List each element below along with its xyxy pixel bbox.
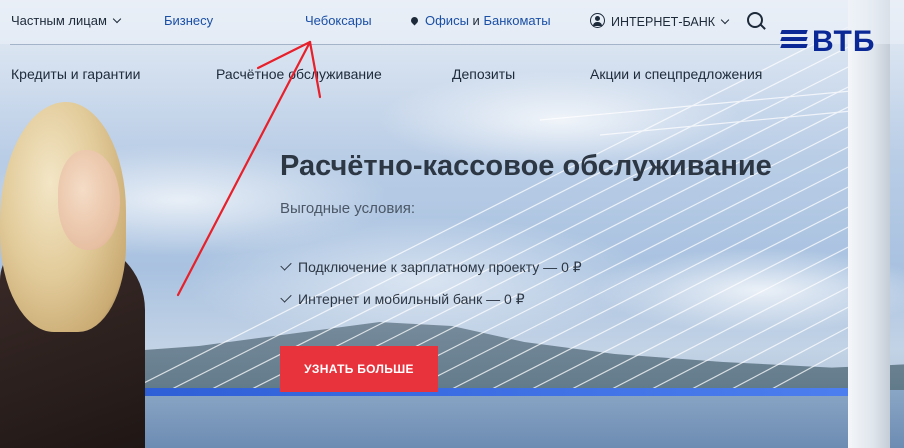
feature-item: Подключение к зарплатному проекту — 0 ₽ (280, 259, 582, 276)
atms-link[interactable]: Банкоматы (483, 13, 550, 28)
offices-atms: Офисы и Банкоматы (409, 13, 551, 28)
nav-item-deposits[interactable]: Депозиты (452, 66, 515, 82)
nav-item-settlement[interactable]: Расчётное обслуживание (216, 66, 382, 82)
feature-text: Интернет и мобильный банк — 0 ₽ (298, 291, 525, 307)
nav-item-promotions[interactable]: Акции и спецпредложения (590, 66, 762, 82)
internet-bank-label: ИНТЕРНЕТ-БАНК (611, 15, 716, 29)
private-clients-label: Частным лицам (11, 13, 107, 28)
offices-link[interactable]: Офисы (425, 13, 469, 28)
hero-title: Расчётно-кассовое обслуживание (280, 150, 772, 182)
logo-text: ВТБ (812, 25, 876, 58)
hero-subtitle: Выгодные условия: (280, 200, 415, 217)
topbar-divider (10, 44, 780, 45)
check-icon (280, 291, 292, 303)
chevron-down-icon (112, 14, 122, 24)
city-selector[interactable]: Чебоксары (305, 13, 372, 28)
check-icon (280, 259, 292, 271)
search-icon[interactable] (747, 12, 763, 28)
vtb-logo[interactable]: ВТБ (780, 25, 881, 61)
feature-text: Подключение к зарплатному проекту — 0 ₽ (298, 259, 582, 275)
logo-bars-icon (780, 30, 809, 50)
bridge-deck (120, 388, 864, 396)
internet-bank-menu[interactable]: ИНТЕРНЕТ-БАНК (590, 11, 730, 29)
user-icon (590, 13, 605, 28)
feature-item: Интернет и мобильный банк — 0 ₽ (280, 291, 525, 308)
and-text: и (472, 13, 480, 28)
private-clients-menu[interactable]: Частным лицам (11, 13, 122, 28)
woman-photo (0, 90, 150, 448)
learn-more-button[interactable]: УЗНАТЬ БОЛЬШЕ (280, 346, 438, 392)
bridge-pylon (848, 0, 890, 448)
business-link[interactable]: Бизнесу (164, 13, 213, 28)
nav-item-credits[interactable]: Кредиты и гарантии (11, 66, 140, 82)
chevron-down-icon (720, 15, 730, 25)
location-pin-icon (409, 15, 420, 26)
top-bar: Частным лицам Бизнесу Чебоксары Офисы и … (0, 0, 904, 45)
